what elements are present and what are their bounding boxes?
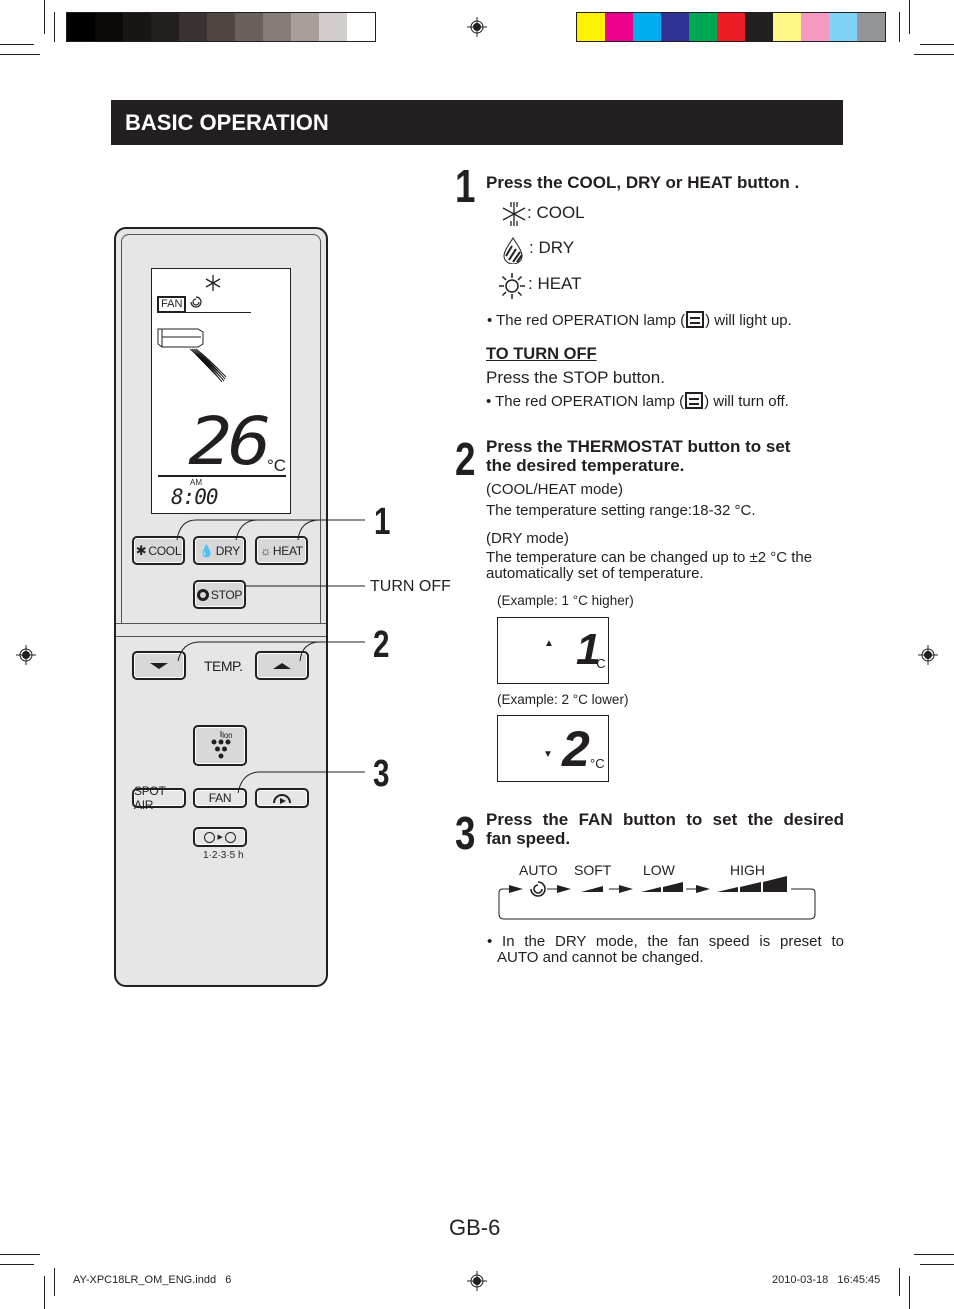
cool-heat-mode-label: (COOL/HEAT mode) [486,481,623,498]
mode-heat-label: : HEAT [528,274,582,293]
example-2-display: ▼ 2 °C [497,715,609,782]
mode-dry-label: : DRY [529,238,575,257]
step-2-number: 2 [455,433,476,485]
dry-mode-label: (DRY mode) [486,530,569,547]
footer-file-name: AY-XPC18LR_OM_ENG.indd 6 [73,1274,232,1286]
arrow-icon [696,885,710,893]
auto-fan-icon [530,881,546,897]
step-2-title-line2: the desired temperature. [486,456,685,475]
operation-lamp-icon [685,392,704,409]
lamp-off-note: • The red OPERATION lamp () will turn of… [486,392,789,410]
fan-bar-high-3 [763,876,787,892]
turn-off-instruction: Press the STOP button. [486,368,665,387]
dry-fan-note-line2: AUTO and cannot be changed. [497,949,704,966]
step-3-title-line2: fan speed. [486,829,571,848]
fan-bar-low-2 [663,882,683,892]
dry-fan-note-line1: • In the DRY mode, the fan speed is pres… [487,933,844,950]
operation-lamp-icon [686,311,705,328]
sun-icon [499,273,525,299]
footer-timestamp: 2010-03-18 16:45:45 [772,1274,881,1286]
callout-lines [176,519,365,794]
arrow-icon [619,885,633,893]
example-2-caption: (Example: 2 °C lower) [497,692,629,707]
step-3-number: 3 [455,807,476,859]
example-1-caption: (Example: 1 °C higher) [497,593,634,608]
arrow-icon [557,885,571,893]
page-number: GB-6 [449,1215,501,1240]
example-1-unit: °C [591,656,606,671]
step-1-number: 1 [455,160,476,212]
callout-step-2: 2 [373,624,390,666]
turn-off-heading: TO TURN OFF [486,345,597,363]
snowflake-icon [502,202,526,226]
callout-turn-off: TURN OFF [370,578,451,595]
callout-step-1: 1 [374,501,391,543]
fan-bar-soft [581,886,603,892]
callout-step-3: 3 [373,753,390,795]
example-2-unit: °C [590,756,605,771]
triangle-up-icon: ▲ [544,638,554,649]
step-3-title-line1: Press the FAN button to set the desired [486,810,844,829]
dry-mode-text-line1: The temperature can be changed up to ±2 … [486,549,813,566]
dry-mode-text-line2: automatically set of temperature. [486,565,704,582]
droplet-icon [503,237,523,264]
fan-speed-cycle-diagram [498,876,816,920]
lamp-light-note: • The red OPERATION lamp () will light u… [487,311,792,329]
arrow-icon [509,885,523,893]
fan-bar-high-2 [740,882,761,892]
fan-bar-low-1 [641,887,661,892]
step-1-title: Press the COOL, DRY or HEAT button . [486,173,800,192]
example-1-display: ▲ 1 °C [497,617,609,684]
triangle-down-icon: ▼ [543,749,553,760]
step-2-title-line1: Press the THERMOSTAT button to set [486,437,791,456]
fan-bar-high-1 [717,887,738,892]
example-2-value: 2 [562,721,590,777]
temperature-range-text: The temperature setting range:18-32 °C. [486,502,756,519]
mode-cool-label: : COOL [527,203,585,222]
